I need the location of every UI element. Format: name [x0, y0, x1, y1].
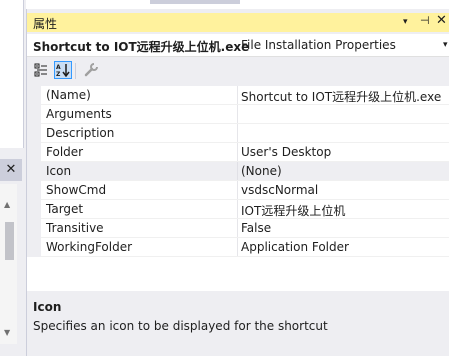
column-divider[interactable] [237, 143, 238, 162]
background-close-button[interactable]: ✕ [0, 159, 22, 181]
property-value[interactable]: Application Folder [241, 240, 349, 254]
chevron-down-icon[interactable]: ▾ [443, 40, 448, 50]
properties-toolbar: A Z [27, 59, 449, 85]
property-pages-button[interactable] [82, 61, 100, 79]
description-panel: Icon Specifies an icon to be displayed f… [27, 295, 449, 356]
property-row[interactable]: Arguments [27, 105, 449, 124]
column-divider[interactable] [237, 200, 238, 219]
close-icon: ✕ [5, 162, 17, 177]
object-selector[interactable]: Shortcut to IOT远程升级上位机.exe File Installa… [27, 34, 449, 57]
property-value[interactable]: False [241, 221, 271, 235]
property-row-margin [27, 105, 41, 124]
wrench-icon [84, 63, 98, 77]
property-name: (Name) [46, 88, 91, 102]
svg-text:A: A [56, 64, 61, 71]
alphabetical-button[interactable]: A Z [54, 61, 72, 79]
property-row[interactable]: Transitive False [27, 219, 449, 238]
description-text: Specifies an icon to be displayed for th… [33, 319, 328, 333]
selected-object-name: Shortcut to IOT远程升级上位机.exe [33, 40, 250, 54]
property-row[interactable]: WorkingFolder Application Folder [27, 238, 449, 257]
auto-hide-pin-button[interactable]: ⊣ [420, 14, 430, 27]
background-scrollbar-thumb[interactable] [5, 222, 14, 260]
scroll-down-icon[interactable]: ▼ [4, 328, 10, 337]
svg-text:Z: Z [56, 71, 61, 77]
column-divider[interactable] [237, 181, 238, 200]
top-tab-strip [150, 0, 240, 4]
property-row[interactable]: Folder User's Desktop [27, 143, 449, 162]
properties-title-bar[interactable]: 属性 ▾ ⊣ ✕ [27, 13, 449, 32]
property-row-margin [27, 162, 41, 181]
property-row[interactable]: (Name) Shortcut to IOT远程升级上位机.exe [27, 86, 449, 105]
background-pane [0, 0, 24, 148]
property-value[interactable]: (None) [241, 164, 282, 178]
property-grid[interactable]: (Name) Shortcut to IOT远程升级上位机.exe Argument… [27, 86, 449, 286]
background-tool-window: ✕ ▲ ▼ [0, 0, 26, 356]
column-divider[interactable] [237, 238, 238, 257]
property-row-margin [27, 124, 41, 143]
property-row-margin [27, 200, 41, 219]
column-divider[interactable] [237, 105, 238, 124]
property-name: Target [46, 202, 84, 216]
property-name: Description [46, 126, 115, 140]
categorized-icon [34, 63, 47, 77]
column-divider[interactable] [237, 86, 238, 105]
categorized-button[interactable] [32, 61, 50, 79]
property-name: WorkingFolder [46, 240, 133, 254]
selected-object-type: File Installation Properties [241, 38, 396, 52]
property-row-margin [27, 219, 41, 238]
property-name: ShowCmd [46, 183, 107, 197]
property-row-margin [27, 86, 41, 105]
property-name: Transitive [46, 221, 104, 235]
description-title: Icon [33, 300, 62, 314]
window-position-dropdown-button[interactable]: ▾ [403, 17, 408, 27]
close-button[interactable]: ✕ [436, 13, 447, 28]
property-row-margin [27, 143, 41, 162]
row-divider [41, 256, 449, 257]
property-row[interactable]: Description [27, 124, 449, 143]
column-divider[interactable] [237, 219, 238, 238]
property-name: Icon [46, 164, 72, 178]
property-value[interactable]: vsdscNormal [241, 183, 318, 197]
grid-empty-area [27, 257, 449, 286]
window-title: 属性 [33, 17, 58, 31]
column-divider[interactable] [237, 124, 238, 143]
property-row-margin [27, 181, 41, 200]
property-name: Arguments [46, 107, 112, 121]
property-name: Folder [46, 145, 84, 159]
property-row[interactable]: Target IOT远程升级上位机 [27, 200, 449, 219]
scroll-up-icon[interactable]: ▲ [4, 200, 10, 209]
toolbar-separator [75, 63, 76, 79]
property-row[interactable]: Icon (None) [27, 162, 449, 181]
alphabetical-icon: A Z [56, 64, 70, 77]
property-value[interactable]: IOT远程升级上位机 [241, 202, 345, 219]
properties-window: 属性 ▾ ⊣ ✕ Shortcut to IOT远程升级上位机.exe File… [26, 9, 449, 356]
column-divider[interactable] [237, 162, 238, 181]
property-row-margin [27, 238, 41, 257]
property-row[interactable]: ShowCmd vsdscNormal [27, 181, 449, 200]
property-value[interactable]: User's Desktop [241, 145, 331, 159]
property-value[interactable]: Shortcut to IOT远程升级上位机.exe [241, 88, 441, 105]
